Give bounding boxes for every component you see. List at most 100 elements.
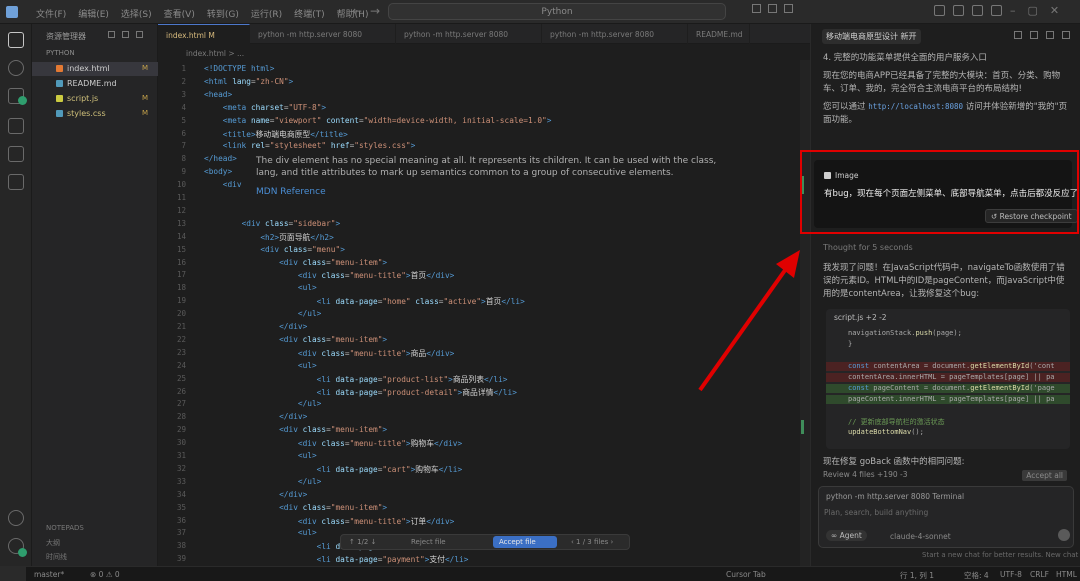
code-line[interactable]: <head> <box>204 90 232 99</box>
code-line[interactable]: <title>移动端电商原型</title> <box>204 129 348 140</box>
menu-terminal[interactable]: 终端(T) <box>288 0 331 24</box>
code-line[interactable]: <div class="menu-title">购物车</div> <box>204 438 462 449</box>
tab-index-html[interactable]: index.html M <box>158 24 250 44</box>
window-controls-icon[interactable]: –▢✕ <box>1010 4 1071 17</box>
menu-run[interactable]: 运行(R) <box>245 0 288 24</box>
file-styles-css[interactable]: styles.css M <box>32 107 158 121</box>
settings-icon[interactable] <box>991 5 1002 16</box>
section-timeline[interactable]: 时间线 <box>46 552 67 562</box>
send-icon[interactable] <box>1058 529 1070 541</box>
diff-nav[interactable]: ↑ 1/2 ↓ <box>349 538 376 546</box>
language-mode[interactable]: HTML <box>1056 570 1077 579</box>
refresh-icon[interactable] <box>136 31 143 38</box>
search-icon[interactable] <box>8 60 24 76</box>
agent-mode-selector[interactable]: ∞ Agent <box>826 530 867 541</box>
code-line[interactable]: <li data-page="product-list">商品列表</li> <box>204 374 508 385</box>
code-line[interactable]: <div class="sidebar"> <box>204 219 341 228</box>
explorer-icon[interactable] <box>8 32 24 48</box>
code-line[interactable]: <meta name="viewport" content="width=dev… <box>204 116 552 125</box>
code-line[interactable]: <div class="menu-title">首页</div> <box>204 270 454 281</box>
section-notepads[interactable]: NOTEPADS <box>46 524 84 532</box>
breadcrumb[interactable]: index.html > ... <box>186 49 244 58</box>
code-block-header[interactable]: script.js +2 -2 <box>826 309 1070 325</box>
new-folder-icon[interactable] <box>122 31 129 38</box>
thought-indicator[interactable]: Thought for 5 seconds <box>823 243 913 252</box>
mdn-reference-link[interactable]: MDN Reference <box>256 187 326 197</box>
code-line[interactable]: <li data-page="home" class="active">首页</… <box>204 296 525 307</box>
code-line[interactable]: </ul> <box>204 477 321 486</box>
cursor-position[interactable]: 行 1, 列 1 <box>900 570 934 581</box>
toggle-chat-icon[interactable] <box>972 5 983 16</box>
open-changes-icon[interactable] <box>768 4 777 13</box>
split-editor-icon[interactable] <box>752 4 761 13</box>
problems-count[interactable]: ⊗ 0 ⚠ 0 <box>90 570 120 579</box>
accept-file-button[interactable]: Accept file <box>493 536 557 548</box>
code-line[interactable]: </ul> <box>204 309 321 318</box>
remote-indicator-icon[interactable] <box>0 567 26 581</box>
code-line[interactable]: </div> <box>204 322 307 331</box>
code-line[interactable]: <ul> <box>204 451 317 460</box>
accept-all-button[interactable]: Accept all <box>1022 470 1067 481</box>
reject-file-button[interactable]: Reject file <box>411 538 446 546</box>
code-line[interactable]: </div> <box>204 412 307 421</box>
workspace-folder[interactable]: PYTHON <box>46 49 75 57</box>
git-branch[interactable]: master* <box>34 570 64 579</box>
chat-input-placeholder[interactable]: Plan, search, build anything <box>824 508 928 517</box>
toggle-panel-icon[interactable] <box>953 5 964 16</box>
back-forward-icon[interactable]: ←→ <box>352 4 388 18</box>
code-line[interactable]: <div class="menu-title">商品</div> <box>204 348 454 359</box>
section-outline[interactable]: 大纲 <box>46 538 60 548</box>
file-readme-md[interactable]: README.md <box>32 77 158 91</box>
account-icon[interactable] <box>8 510 24 526</box>
cursor-tab-status[interactable]: Cursor Tab <box>726 570 766 579</box>
command-search[interactable]: Python <box>388 3 726 20</box>
code-line[interactable]: <!DOCTYPE html> <box>204 64 274 73</box>
localhost-link[interactable]: http://localhost:8080 <box>868 102 963 111</box>
menu-view[interactable]: 查看(V) <box>158 0 201 24</box>
code-line[interactable]: <li data-page="product-detail">商品详情</li> <box>204 387 517 398</box>
code-line[interactable]: <div class="menu"> <box>204 245 345 254</box>
menu-go[interactable]: 转到(G) <box>201 0 245 24</box>
indentation[interactable]: 空格: 4 <box>964 570 989 581</box>
context-pill[interactable]: python -m http.server 8080 Terminal <box>826 492 964 501</box>
code-line[interactable]: <body> <box>204 167 232 176</box>
encoding[interactable]: UTF-8 <box>1000 570 1022 579</box>
toggle-sidebar-icon[interactable] <box>934 5 945 16</box>
code-line[interactable]: </div> <box>204 490 307 499</box>
menu-edit[interactable]: 编辑(E) <box>72 0 115 24</box>
history-icon[interactable] <box>1030 31 1038 39</box>
chat-footer-hint[interactable]: Start a new chat for better results. New… <box>922 551 1078 559</box>
menu-file[interactable]: 文件(F) <box>30 0 72 24</box>
diff-file-pager[interactable]: ‹ 1 / 3 files › <box>571 538 613 546</box>
line-endings[interactable]: CRLF <box>1030 570 1049 579</box>
tab-readme[interactable]: README.md <box>688 24 750 44</box>
code-line[interactable]: <ul> <box>204 528 317 537</box>
code-line[interactable]: <div class="menu-item"> <box>204 425 387 434</box>
run-icon[interactable] <box>8 146 24 162</box>
code-line[interactable]: <html lang="zh-CN"> <box>204 77 293 86</box>
debug-icon[interactable] <box>8 118 24 134</box>
tab-terminal-2[interactable]: python -m http.server 8080 <box>396 24 542 44</box>
code-line[interactable]: <div class="menu-item"> <box>204 503 387 512</box>
review-files-label[interactable]: Review 4 files +190 -3 <box>823 470 907 479</box>
extensions-icon[interactable] <box>8 174 24 190</box>
code-line[interactable]: <li data-page="cart">购物车</li> <box>204 464 463 475</box>
code-line[interactable]: <meta charset="UTF-8"> <box>204 103 326 112</box>
code-line[interactable]: <li data-page="payment">支付</li> <box>204 554 469 565</box>
file-index-html[interactable]: index.html M <box>32 62 158 76</box>
close-icon[interactable] <box>1062 31 1070 39</box>
chat-tab-title[interactable]: 移动端电商原型设计 新开 <box>822 29 921 44</box>
new-chat-icon[interactable] <box>1014 31 1022 39</box>
code-line[interactable]: <link rel="stylesheet" href="styles.css"… <box>204 141 416 150</box>
code-line[interactable]: </ul> <box>204 399 321 408</box>
tab-terminal-3[interactable]: python -m http.server 8080 <box>542 24 688 44</box>
more-actions-icon[interactable] <box>784 4 793 13</box>
code-line[interactable]: <div <box>204 180 242 189</box>
code-line[interactable]: </head> <box>204 154 237 163</box>
code-line[interactable]: <ul> <box>204 361 317 370</box>
more-icon[interactable] <box>1046 31 1054 39</box>
tab-terminal-1[interactable]: python -m http.server 8080 <box>250 24 396 44</box>
code-line[interactable]: <div class="menu-title">订单</div> <box>204 516 454 527</box>
model-selector[interactable]: claude-4-sonnet <box>890 532 951 541</box>
new-file-icon[interactable] <box>108 31 115 38</box>
